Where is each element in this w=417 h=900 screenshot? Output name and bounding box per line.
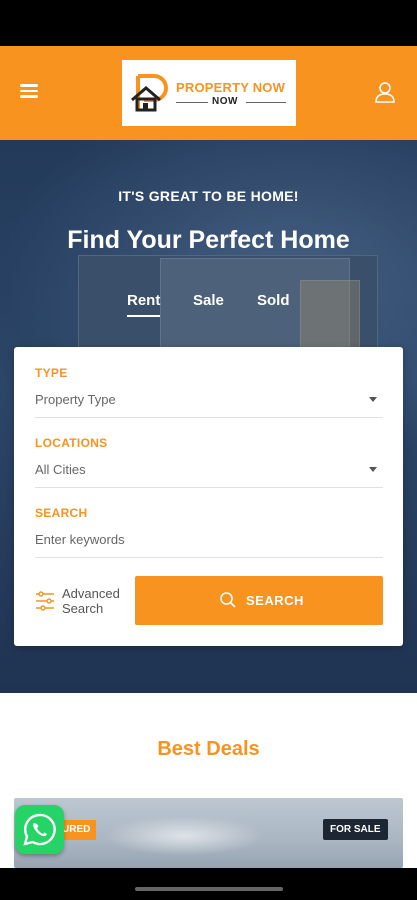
- search-button[interactable]: SEARCH: [135, 576, 383, 625]
- logo-text-primary: PROPERTY NOW: [176, 80, 286, 95]
- caret-down-icon: [369, 397, 377, 402]
- status-bar: [0, 0, 417, 46]
- hero-title: Find Your Perfect Home: [67, 226, 350, 254]
- type-label: TYPE: [35, 366, 68, 380]
- advanced-search-line2: Search: [62, 601, 104, 616]
- user-profile-icon[interactable]: [373, 80, 397, 104]
- system-navigation-bar: [0, 868, 417, 900]
- advanced-search-button[interactable]: Advanced Search: [35, 584, 135, 620]
- sliders-icon: [36, 591, 54, 611]
- house-logo-icon: [131, 74, 168, 112]
- tab-rent[interactable]: Rent: [127, 292, 161, 317]
- hero-banner: IT'S GREAT TO BE HOME! Find Your Perfect…: [0, 140, 417, 693]
- search-button-label: SEARCH: [246, 593, 304, 608]
- keyword-input[interactable]: Enter keywords: [35, 532, 383, 558]
- logo-divider-right: [246, 102, 286, 103]
- for-sale-badge: FOR SALE: [323, 819, 388, 840]
- whatsapp-icon[interactable]: [15, 805, 64, 854]
- search-label: SEARCH: [35, 506, 88, 520]
- caret-down-icon: [369, 467, 377, 472]
- type-select-value: Property Type: [35, 392, 116, 407]
- tab-sold[interactable]: Sold: [257, 292, 290, 315]
- locations-select[interactable]: All Cities: [35, 462, 383, 488]
- property-image: [104, 816, 264, 856]
- hero-kicker: IT'S GREAT TO BE HOME!: [118, 188, 299, 204]
- advanced-search-line1: Advanced: [62, 586, 120, 601]
- locations-label: LOCATIONS: [35, 436, 108, 450]
- locations-field: LOCATIONS All Cities: [35, 436, 383, 488]
- listing-tabs: Rent Sale Sold: [110, 292, 310, 322]
- advanced-search-label: Advanced Search: [62, 586, 120, 616]
- search-icon: [220, 592, 236, 608]
- keyword-field: SEARCH Enter keywords: [35, 506, 383, 558]
- logo-divider-left: [176, 102, 208, 103]
- search-form: TYPE Property Type LOCATIONS All Cities …: [14, 347, 403, 646]
- locations-select-value: All Cities: [35, 462, 86, 477]
- home-indicator[interactable]: [135, 887, 283, 891]
- app-header: PROPERTY NOW NOW: [0, 46, 417, 140]
- logo-text-secondary: NOW: [212, 96, 238, 107]
- keyword-placeholder: Enter keywords: [35, 532, 125, 547]
- hamburger-menu-icon[interactable]: [20, 81, 44, 103]
- app-screen: PROPERTY NOW NOW IT'S GREAT TO BE HOME! …: [0, 0, 417, 900]
- whatsapp-glyph: [23, 813, 56, 846]
- deal-card[interactable]: URED FOR SALE: [14, 798, 403, 868]
- logo[interactable]: PROPERTY NOW NOW: [122, 60, 296, 126]
- type-field: TYPE Property Type: [35, 366, 383, 418]
- tab-sale[interactable]: Sale: [193, 292, 224, 315]
- best-deals-heading: Best Deals: [157, 738, 260, 760]
- type-select[interactable]: Property Type: [35, 392, 383, 418]
